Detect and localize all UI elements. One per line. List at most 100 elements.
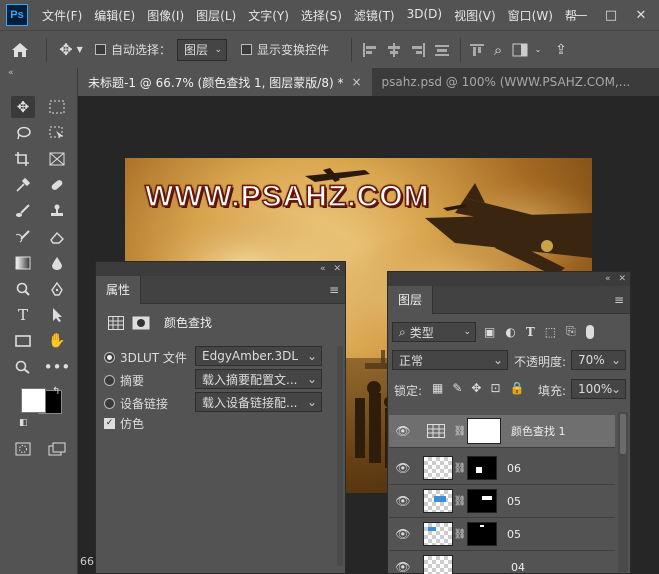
- pen-tool[interactable]: [45, 278, 69, 300]
- type-filter-icon[interactable]: T: [526, 325, 535, 339]
- search-button[interactable]: ⌕: [487, 38, 509, 62]
- eye-icon[interactable]: 👁: [389, 461, 417, 475]
- crop-tool[interactable]: [11, 148, 35, 170]
- scrollbar-thumb[interactable]: [620, 414, 626, 454]
- layer-mask-thumbnail[interactable]: [467, 418, 501, 444]
- align-center-button[interactable]: [382, 38, 406, 62]
- healing-brush-tool[interactable]: [45, 174, 69, 196]
- chain-link-icon[interactable]: ⛓: [453, 529, 467, 540]
- show-transform-checkbox[interactable]: 显示变换控件: [241, 41, 329, 58]
- option-abstract[interactable]: 摘要: [104, 372, 144, 389]
- layer-row-05[interactable]: 👁 ⛓ 05: [389, 485, 615, 518]
- image-filter-icon[interactable]: ▣: [484, 325, 495, 339]
- layer-row-color-lookup[interactable]: 👁 ⛓ 颜色查找 1: [389, 415, 615, 448]
- minimize-button[interactable]: —: [566, 0, 596, 30]
- path-select-tool[interactable]: [45, 304, 69, 326]
- panel-menu-icon[interactable]: ≡: [329, 283, 339, 297]
- layer-mask-thumbnail[interactable]: [467, 456, 497, 480]
- close-button[interactable]: ✕: [626, 0, 656, 30]
- option-3dlut[interactable]: 3DLUT 文件: [104, 349, 187, 366]
- type-tool[interactable]: T: [11, 304, 35, 326]
- eyedropper-tool[interactable]: [11, 174, 35, 196]
- eye-icon[interactable]: 👁: [389, 424, 417, 438]
- zoom-tool[interactable]: [11, 356, 35, 378]
- menu-3d[interactable]: 3D(D): [401, 7, 448, 24]
- layer-mask-thumbnail[interactable]: [467, 522, 497, 546]
- option-device-link[interactable]: 设备链接: [104, 395, 168, 412]
- shape-filter-icon[interactable]: ⬚: [545, 325, 556, 339]
- screen-mode-button[interactable]: [45, 438, 69, 460]
- stamp-tool[interactable]: [45, 200, 69, 222]
- filter-kind-select[interactable]: ⌕ 类型 ⌄: [392, 322, 476, 342]
- align-top-button[interactable]: [467, 38, 487, 62]
- chain-link-icon[interactable]: ⛓: [453, 496, 467, 507]
- auto-select-checkbox[interactable]: 自动选择：: [95, 41, 171, 58]
- chain-link-icon[interactable]: ⛓: [453, 426, 467, 437]
- menu-layer[interactable]: 图层(L): [190, 7, 242, 24]
- eye-icon[interactable]: 👁: [389, 494, 417, 508]
- tab-layers[interactable]: 图层: [388, 285, 434, 314]
- align-left-button[interactable]: [358, 38, 382, 62]
- opacity-input[interactable]: 70% ⌄: [571, 350, 626, 370]
- collapse-icon[interactable]: «: [8, 68, 14, 78]
- device-link-select[interactable]: 载入设备链接配... ⌄: [195, 392, 322, 412]
- close-icon[interactable]: ✕: [333, 264, 341, 274]
- gradient-tool[interactable]: [11, 252, 35, 274]
- move-tool-preset-button[interactable]: ✥ ▼: [53, 38, 89, 62]
- lock-position-icon[interactable]: ✥: [471, 381, 481, 395]
- layer-row-06[interactable]: 👁 ⛓ 06: [389, 452, 615, 485]
- quick-mask-button[interactable]: [11, 438, 35, 460]
- layer-row-04[interactable]: 👁 04: [389, 551, 615, 574]
- more-tools-button[interactable]: •••: [44, 356, 71, 378]
- eye-icon[interactable]: 👁: [389, 527, 417, 541]
- menu-filter[interactable]: 滤镜(T): [348, 7, 401, 24]
- status-zoom[interactable]: 66: [80, 555, 94, 568]
- fill-input[interactable]: 100% ⌄: [571, 379, 626, 399]
- lock-transparent-icon[interactable]: ▦: [432, 381, 443, 395]
- close-icon[interactable]: ✕: [618, 274, 626, 284]
- scrollbar[interactable]: [337, 346, 343, 566]
- tab-close-icon[interactable]: ×: [351, 75, 361, 89]
- layer-mask-thumbnail[interactable]: [467, 489, 497, 513]
- eraser-tool[interactable]: [45, 226, 69, 248]
- menu-view[interactable]: 视图(V): [448, 7, 502, 24]
- tab-psahz-psd[interactable]: psahz.psd @ 100% (WWW.PSAHZ.COM,...: [372, 68, 641, 96]
- blend-mode-select[interactable]: 正常 ⌄: [392, 350, 508, 370]
- lock-paint-icon[interactable]: ✎: [452, 381, 462, 395]
- workspace-button[interactable]: [509, 38, 531, 62]
- lasso-tool[interactable]: [11, 122, 35, 144]
- menu-file[interactable]: 文件(F): [36, 7, 88, 24]
- layer-row-05-copy[interactable]: 👁 ⛓ 05: [389, 518, 615, 551]
- collapse-icon[interactable]: «: [605, 274, 611, 284]
- dodge-tool[interactable]: [11, 278, 35, 300]
- chain-link-icon[interactable]: ⛓: [453, 463, 467, 474]
- lock-all-icon[interactable]: 🔒: [510, 381, 525, 395]
- marquee-tool[interactable]: [45, 96, 69, 118]
- swap-colors-icon[interactable]: ↰: [52, 386, 60, 397]
- menu-type[interactable]: 文字(Y): [242, 7, 295, 24]
- maximize-button[interactable]: □: [596, 0, 626, 30]
- home-button[interactable]: [0, 38, 40, 62]
- dither-checkbox[interactable]: ✓ 仿色: [104, 415, 144, 432]
- default-colors-icon[interactable]: ◧: [19, 418, 28, 428]
- filter-toggle-icon[interactable]: [585, 324, 594, 339]
- panel-menu-icon[interactable]: ≡: [614, 293, 624, 307]
- tab-untitled-1[interactable]: 未标题-1 @ 66.7% (颜色查找 1, 图层蒙版/8) * ×: [78, 68, 372, 96]
- distribute-button[interactable]: [430, 38, 454, 62]
- hand-tool[interactable]: ✋: [45, 330, 69, 352]
- smart-object-filter-icon[interactable]: ⎘: [566, 324, 576, 339]
- eye-icon[interactable]: 👁: [389, 560, 417, 574]
- foreground-color-swatch[interactable]: [21, 388, 46, 413]
- tab-properties[interactable]: 属性: [96, 275, 142, 304]
- brush-tool[interactable]: [11, 200, 35, 222]
- auto-select-target-dropdown[interactable]: 图层 ⌄: [177, 38, 228, 61]
- lut-file-select[interactable]: EdgyAmber.3DL ⌄: [195, 346, 322, 366]
- menu-edit[interactable]: 编辑(E): [88, 7, 141, 24]
- move-tool[interactable]: ✥: [11, 96, 35, 118]
- adjustment-filter-icon[interactable]: ◐: [505, 325, 515, 339]
- rectangle-tool[interactable]: [11, 330, 35, 352]
- menu-image[interactable]: 图像(I): [141, 7, 190, 24]
- collapse-icon[interactable]: «: [320, 264, 326, 274]
- history-brush-tool[interactable]: [11, 226, 35, 248]
- menu-select[interactable]: 选择(S): [295, 7, 348, 24]
